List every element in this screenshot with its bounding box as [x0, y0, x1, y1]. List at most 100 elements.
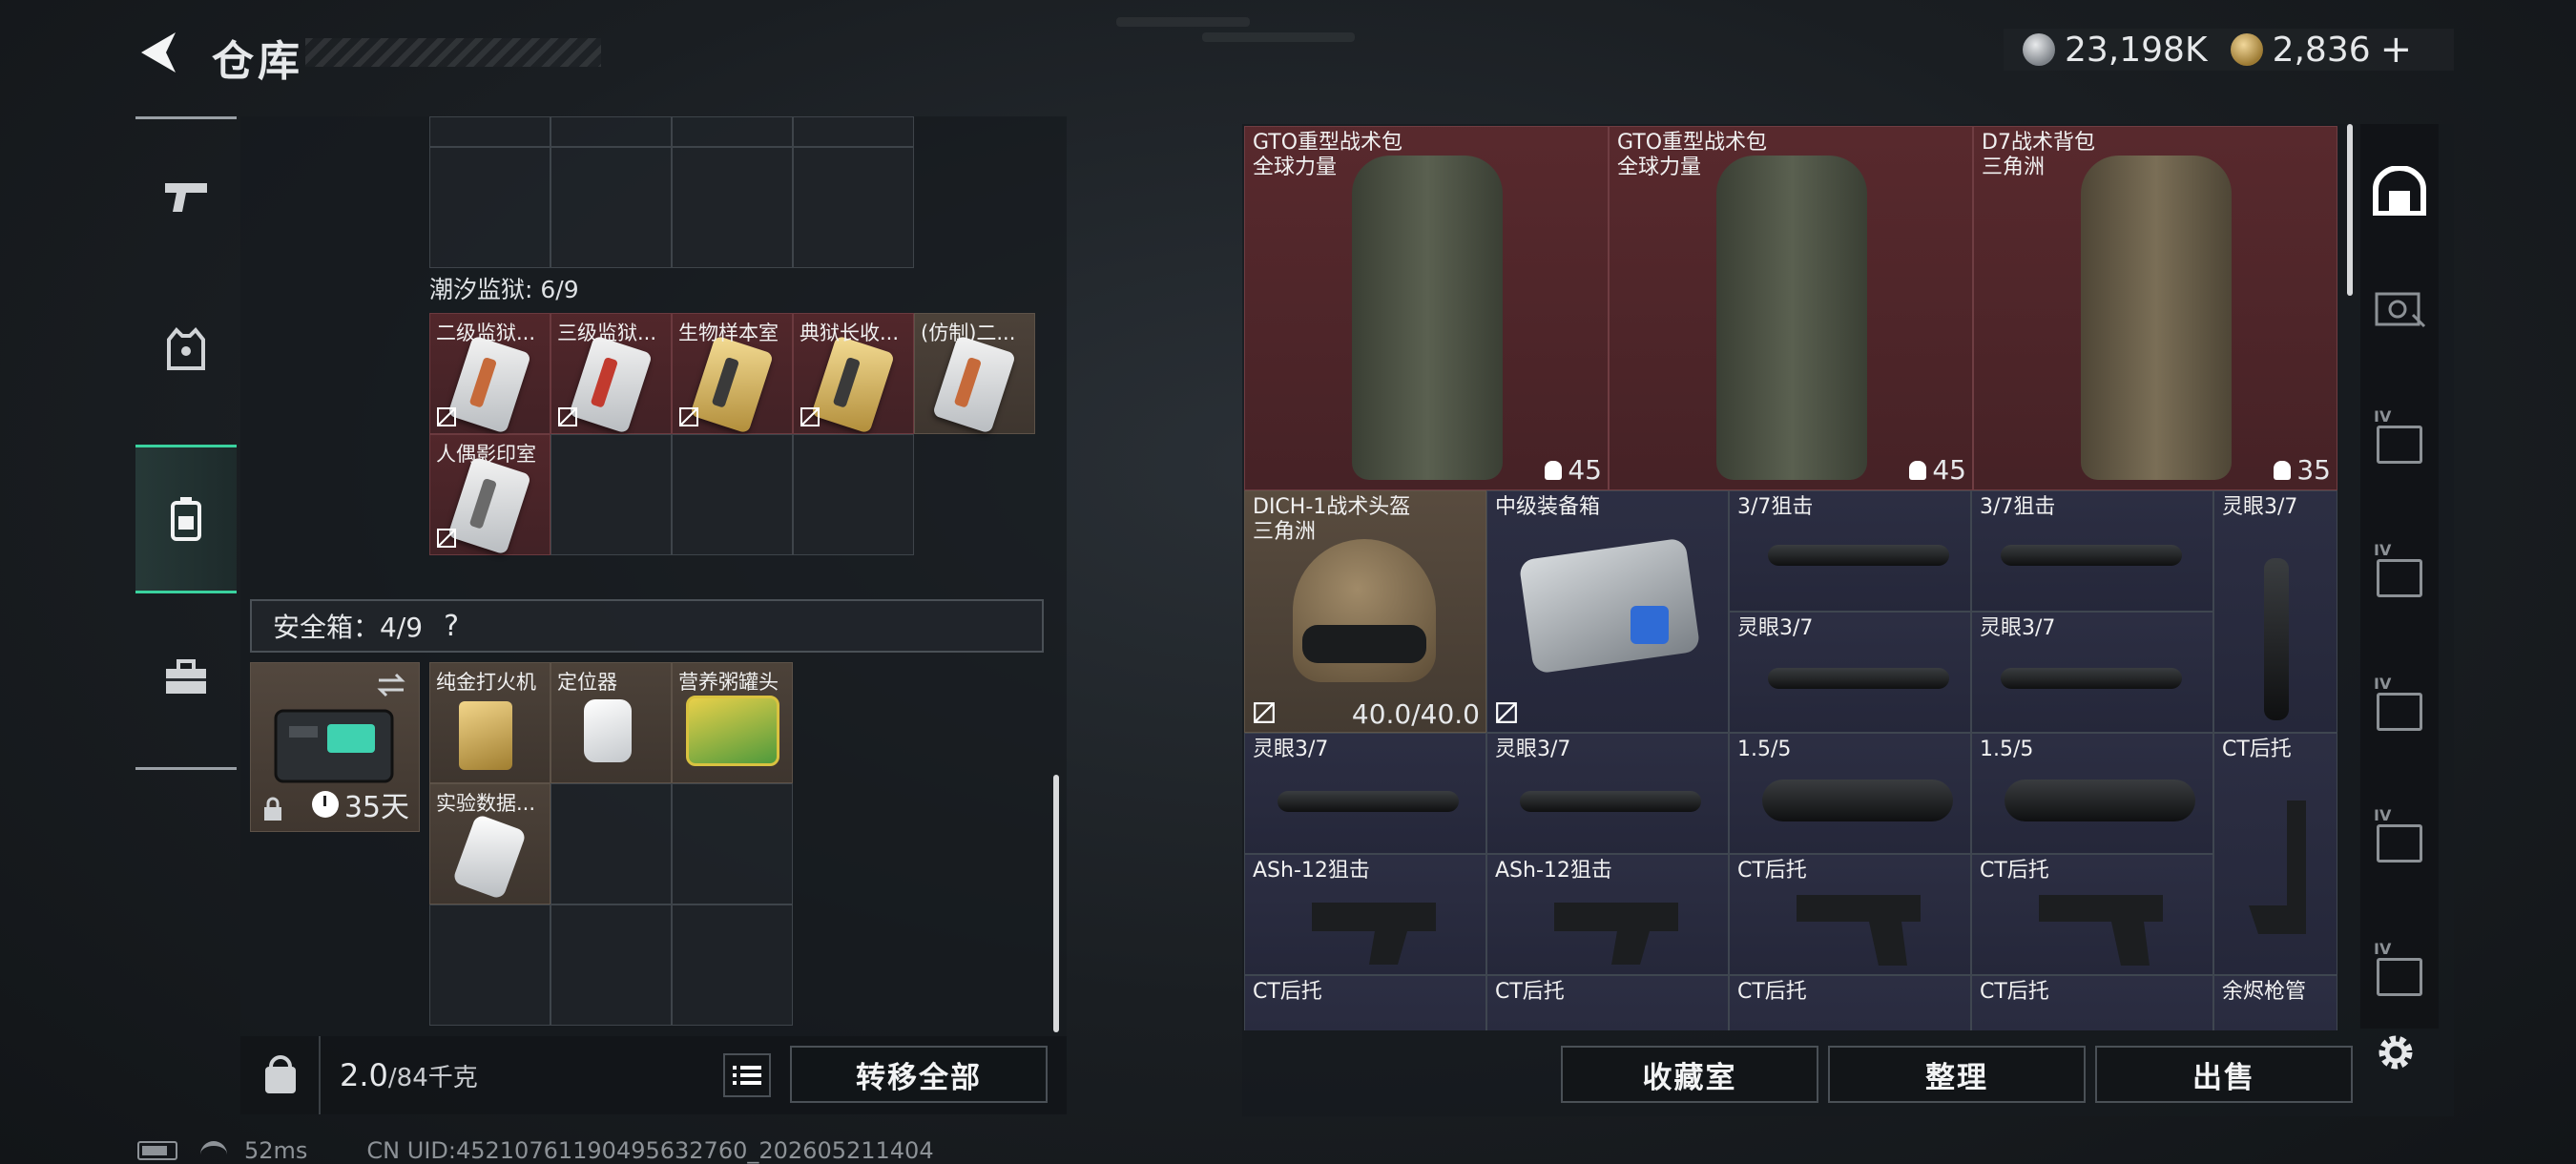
- list-icon: [733, 1066, 761, 1085]
- tab-all-stash[interactable]: [2360, 134, 2439, 248]
- collection-room-button[interactable]: 收藏室: [1561, 1046, 1818, 1103]
- grid-cell[interactable]: [672, 147, 793, 268]
- container-grid-top: [429, 116, 914, 268]
- stash-item[interactable]: CT后托: [2213, 733, 2337, 975]
- stock-image: [2039, 895, 2163, 966]
- scope-image: [1768, 545, 1949, 566]
- safebox-slot[interactable]: 营养粥罐头: [672, 662, 793, 783]
- folder-icon: [2374, 541, 2422, 597]
- grid-cell[interactable]: [429, 147, 551, 268]
- item-label: 灵眼3/7: [1253, 738, 1329, 761]
- grid-cell[interactable]: [672, 783, 793, 904]
- left-scrollbar[interactable]: [1053, 775, 1059, 1032]
- stash-item[interactable]: CT后托: [1971, 975, 2213, 1030]
- grid-cell[interactable]: [793, 116, 914, 147]
- stash-item[interactable]: 1.5/5: [1729, 733, 1971, 854]
- ping-text: 52ms: [244, 1137, 308, 1164]
- stash-item[interactable]: ASh-12狙击: [1486, 854, 1729, 975]
- grid-cell[interactable]: [672, 116, 793, 147]
- stash-item[interactable]: 1.5/5: [1971, 733, 2213, 854]
- backpack-image: [1716, 156, 1867, 480]
- sell-button[interactable]: 出售: [2095, 1046, 2353, 1103]
- nav-toolbox[interactable]: [135, 603, 237, 752]
- item-label: CT后托: [1737, 980, 1807, 1004]
- list-view-button[interactable]: [723, 1053, 771, 1097]
- grid-cell[interactable]: [429, 116, 551, 147]
- keycard-item[interactable]: 人偶影印室: [429, 434, 551, 555]
- settings-gear-icon[interactable]: [2372, 1029, 2420, 1076]
- grid-cell[interactable]: [551, 147, 672, 268]
- stash-item[interactable]: GTO重型战术包 全球力量 45: [1244, 126, 1609, 490]
- grid-cell[interactable]: [793, 147, 914, 268]
- capacity-bar: 2.0/84千克 转移全部: [240, 1036, 1067, 1114]
- nav-weapons[interactable]: [135, 122, 237, 271]
- keycard-item[interactable]: 典狱长收...: [793, 313, 914, 434]
- stash-item[interactable]: ASh-12狙击: [1244, 854, 1486, 975]
- item-label: 纯金打火机: [436, 671, 536, 694]
- stash-item[interactable]: 3/7狙击: [1971, 490, 2213, 612]
- back-arrow-icon[interactable]: [134, 27, 185, 78]
- stash-item[interactable]: CT后托: [1486, 975, 1729, 1030]
- tab-folder-3[interactable]: [2360, 786, 2439, 901]
- grid-cell[interactable]: [551, 116, 672, 147]
- tab-folder-1[interactable]: [2360, 387, 2439, 502]
- stash-item[interactable]: 灵眼3/7: [1486, 733, 1729, 854]
- tab-folder-4[interactable]: [2360, 920, 2439, 1034]
- stash-item[interactable]: 余烬枪管: [2213, 975, 2337, 1030]
- stash-item[interactable]: 灵眼3/7: [1729, 612, 1971, 733]
- grid-cell[interactable]: [429, 904, 551, 1026]
- grid-cell[interactable]: [793, 434, 914, 555]
- unbound-icon: [558, 407, 577, 426]
- item-label: 灵眼3/7: [1495, 738, 1571, 761]
- item-label: CT后托: [1980, 980, 2049, 1004]
- keycard-item[interactable]: 二级监狱...: [429, 313, 551, 434]
- stash-item[interactable]: 灵眼3/7: [2213, 490, 2337, 733]
- safebox-slot[interactable]: 实验数据...: [429, 783, 551, 904]
- stash-scrollbar[interactable]: [2347, 124, 2353, 296]
- unbound-icon: [1254, 702, 1275, 723]
- nav-backpack[interactable]: [135, 445, 237, 593]
- stash-item[interactable]: CT后托: [1971, 854, 2213, 975]
- keycard-item[interactable]: 生物样本室: [672, 313, 793, 434]
- stash-item[interactable]: GTO重型战术包 全球力量 45: [1609, 126, 1973, 490]
- box-accent: [1631, 606, 1669, 644]
- warehouse-icon: [2373, 166, 2426, 216]
- stash-item[interactable]: 中级装备箱: [1486, 490, 1729, 733]
- item-label: GTO重型战术包 全球力量: [1617, 131, 1768, 179]
- stash-grid: GTO重型战术包 全球力量 45 GTO重型战术包 全球力量 45 D7战术背包 三角…: [1244, 126, 2337, 1030]
- grid-cell[interactable]: [551, 434, 672, 555]
- stash-item[interactable]: D7战术背包 三角洲 35: [1973, 126, 2337, 490]
- grid-cell[interactable]: [551, 783, 672, 904]
- stash-item[interactable]: CT后托: [1729, 975, 1971, 1030]
- safebox-title: 安全箱：4/9: [273, 612, 424, 643]
- sort-button[interactable]: 整理: [1828, 1046, 2086, 1103]
- safebox-item[interactable]: 35天: [250, 662, 420, 832]
- safebox-slot[interactable]: 纯金打火机: [429, 662, 551, 783]
- stash-item[interactable]: CT后托: [1244, 975, 1486, 1030]
- grid-cell[interactable]: [672, 434, 793, 555]
- nav-armor[interactable]: [135, 275, 237, 424]
- safebox-slot[interactable]: 定位器: [551, 662, 672, 783]
- stash-item[interactable]: DICH-1战术头盔 三角洲 40.0/40.0: [1244, 490, 1486, 733]
- goggles-image: [1302, 625, 1426, 663]
- help-icon[interactable]: ?: [444, 610, 459, 643]
- swap-icon[interactable]: [375, 671, 407, 699]
- stash-item[interactable]: 灵眼3/7: [1244, 733, 1486, 854]
- tab-stash-2[interactable]: [2360, 252, 2439, 366]
- transfer-all-button[interactable]: 转移全部: [790, 1046, 1048, 1103]
- safebox-header: 安全箱：4/9 ?: [250, 599, 1044, 653]
- grid-cell[interactable]: [551, 904, 672, 1026]
- grid-cell[interactable]: [672, 904, 793, 1026]
- add-currency-button[interactable]: +: [2380, 28, 2413, 72]
- wifi-icon: [200, 1141, 227, 1160]
- weight-max: /84千克: [387, 1064, 478, 1092]
- keycard-item[interactable]: (仿制)二...: [914, 313, 1035, 434]
- tab-folder-add[interactable]: [2360, 655, 2439, 769]
- locator-image: [584, 699, 632, 762]
- item-label: GTO重型战术包 全球力量: [1253, 131, 1403, 179]
- keycard-item[interactable]: 三级监狱...: [551, 313, 672, 434]
- stash-item[interactable]: CT后托: [1729, 854, 1971, 975]
- tab-folder-2[interactable]: [2360, 521, 2439, 635]
- stash-item[interactable]: 灵眼3/7: [1971, 612, 2213, 733]
- stash-item[interactable]: 3/7狙击: [1729, 490, 1971, 612]
